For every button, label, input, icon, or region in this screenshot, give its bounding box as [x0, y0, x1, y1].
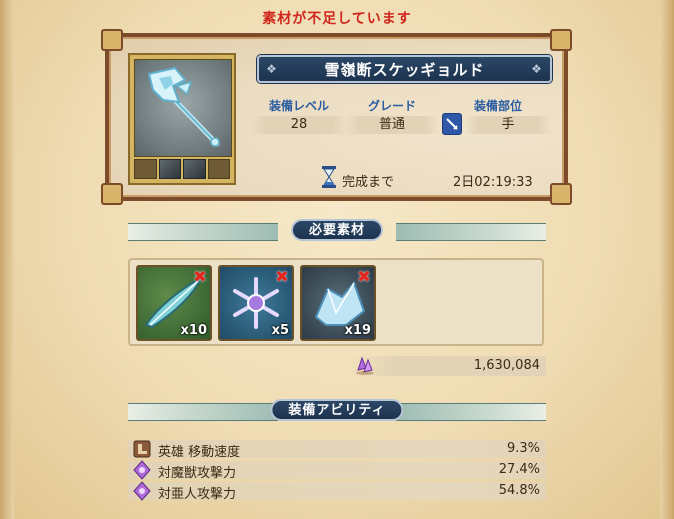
item-name: 雪嶺断スケッギョルド [324, 60, 485, 79]
ability-row: 対亜人攻撃力 54.8% [128, 481, 546, 502]
header-ornament-bar [128, 223, 278, 241]
empty-socket [207, 159, 230, 179]
empty-socket [134, 159, 157, 179]
banner-ornament-icon: ❖ [266, 62, 278, 76]
material-quantity: x5 [271, 323, 289, 338]
panel-corner-ornament [101, 183, 123, 205]
grade-label: グレード [367, 99, 416, 113]
hourglass-icon [322, 166, 336, 188]
ability-value: 9.3% [506, 441, 540, 456]
material-slot[interactable]: ✖ x5 [218, 265, 294, 341]
hero-boot-icon [133, 440, 151, 458]
material-slot[interactable]: ✖ x10 [136, 265, 212, 341]
filled-socket [183, 159, 206, 179]
axe-item-icon [134, 59, 232, 157]
panel-corner-ornament [550, 183, 572, 205]
materials-list: ✖ x10 ✖ x5 ✖ x19 [128, 258, 544, 346]
material-quantity: x10 [180, 323, 207, 338]
cost-value: 1,630,084 [473, 358, 540, 373]
insufficient-x-icon: ✖ [193, 267, 207, 286]
ability-name: 英雄 移動速度 [158, 445, 241, 460]
panel-corner-ornament [101, 29, 123, 51]
ability-value: 27.4% [498, 462, 540, 477]
completion-time-label: 完成まで [342, 175, 395, 190]
item-name-banner: ❖ 雪嶺断スケッギョルド ❖ [257, 55, 552, 83]
required-materials-title: 必要素材 [290, 219, 384, 241]
equipment-abilities-title: 装備アビリティ [270, 399, 404, 421]
ability-name: 対魔獣攻撃力 [158, 466, 237, 481]
insufficient-materials-warning: 素材が不足しています [262, 11, 412, 27]
ability-value: 54.8% [498, 483, 540, 498]
panel-corner-ornament [550, 29, 572, 51]
equip-slot-label: 装備部位 [473, 99, 522, 113]
item-panel: ❖ 雪嶺断スケッギョルド ❖ 装備レベル 28 グレード 普通 装備部位 手 完… [101, 29, 572, 205]
required-materials-header: 必要素材 [128, 218, 546, 244]
parchment-edge-right [660, 0, 674, 519]
filled-socket [158, 159, 181, 179]
material-slot[interactable]: ✖ x19 [300, 265, 376, 341]
parchment-edge-left [0, 0, 14, 519]
material-quantity: x19 [344, 323, 371, 338]
header-ornament-bar [396, 223, 546, 241]
purple-gem-icon [133, 460, 151, 480]
equip-slot-value: 手 [465, 116, 551, 134]
header-ornament-bar [128, 403, 278, 421]
banner-ornament-icon: ❖ [531, 62, 543, 76]
sword-slot-icon [442, 113, 462, 135]
ability-name: 対亜人攻撃力 [158, 487, 237, 502]
completion-time-value: 2日02:19:33 [453, 175, 533, 190]
equip-level-label: 装備レベル [268, 99, 329, 113]
ability-row: 対魔獣攻撃力 27.4% [128, 460, 546, 481]
item-icon-frame[interactable] [128, 53, 236, 185]
equip-level-value: 28 [251, 116, 347, 134]
grade-value: 普通 [345, 116, 439, 134]
socket-slots [134, 159, 230, 179]
header-ornament-bar [396, 403, 546, 421]
ability-row: 英雄 移動速度 9.3% [128, 440, 546, 460]
purple-gem-icon [133, 481, 151, 501]
equipment-abilities-header: 装備アビリティ [128, 398, 546, 424]
insufficient-x-icon: ✖ [275, 267, 289, 286]
insufficient-x-icon: ✖ [357, 267, 371, 286]
purple-crystal-currency-icon [356, 356, 374, 375]
